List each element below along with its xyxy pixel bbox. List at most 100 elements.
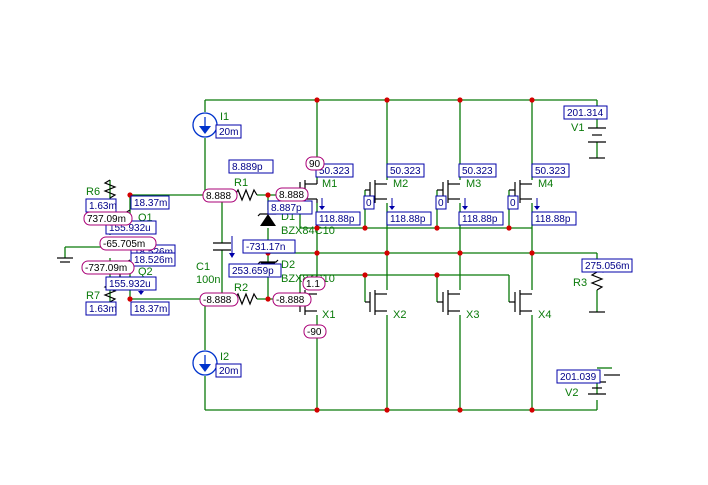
svg-text:8.887p: 8.887p <box>271 203 302 214</box>
m1-label: M1 <box>322 178 337 190</box>
svg-text:155.932u: 155.932u <box>109 279 151 290</box>
svg-text:8.889p: 8.889p <box>232 162 263 173</box>
svg-text:50.323: 50.323 <box>390 166 421 177</box>
voltage-q-mid: -65.705m <box>99 236 157 251</box>
svg-text:50.323: 50.323 <box>462 166 493 177</box>
c1-label: C1 <box>196 261 210 273</box>
readout-m2: 50.323 <box>386 163 425 178</box>
x3-label: X3 <box>466 309 479 321</box>
voltage-q1-base: 737.09m <box>83 211 133 226</box>
readout-r1-b: 8.887p <box>267 200 313 215</box>
readout-r7-value: 1.63m <box>85 301 117 316</box>
resistor-r1 <box>234 188 258 202</box>
svg-text:0: 0 <box>510 198 516 209</box>
readout-m4-zero: 0 <box>507 195 519 210</box>
svg-text:1.63m: 1.63m <box>89 304 117 315</box>
r2-label: R2 <box>234 282 248 294</box>
readout-m3-zero: 0 <box>435 195 447 210</box>
i2-label: I2 <box>220 351 229 363</box>
c1-value: 100n <box>196 274 220 286</box>
r6-label: R6 <box>86 186 100 198</box>
readout-m1-gate: 118.88p <box>315 211 361 226</box>
readout-r6-current: 18.37m <box>130 195 170 210</box>
r3-label: R3 <box>573 277 587 289</box>
mosfet-x2 <box>365 290 387 315</box>
voltage-m1-drain: 90 <box>305 156 325 171</box>
current-source-i1 <box>192 112 218 138</box>
svg-text:737.09m: 737.09m <box>87 214 126 225</box>
svg-text:8.888: 8.888 <box>279 190 304 201</box>
readout-r6-value: 1.63m <box>85 198 117 213</box>
svg-text:-90: -90 <box>307 327 322 338</box>
readout-q-mid-b: 18.526m <box>130 252 176 267</box>
readout-d2: 253.659p <box>228 263 282 278</box>
mosfet-x4 <box>509 290 532 315</box>
voltage-node-bottom: -8.888 <box>199 292 239 307</box>
x2-label: X2 <box>393 309 406 321</box>
v1-label: V1 <box>571 122 584 134</box>
readout-m4-gate: 118.88p <box>531 211 577 226</box>
resistor-r3 <box>590 271 604 291</box>
voltage-x1-gate: 1.1 <box>302 276 326 291</box>
svg-text:18.37m: 18.37m <box>134 198 167 209</box>
voltage-node-top: 8.888 <box>202 188 238 203</box>
svg-text:-65.705m: -65.705m <box>103 239 145 250</box>
svg-text:201.314: 201.314 <box>567 108 604 119</box>
svg-text:1.1: 1.1 <box>306 279 320 290</box>
svg-text:118.88p: 118.88p <box>535 214 571 225</box>
svg-text:275.056m: 275.056m <box>585 261 629 272</box>
readout-i1: 20m <box>215 124 242 139</box>
svg-text:20m: 20m <box>219 127 238 138</box>
readout-v2: 201.039 <box>556 369 601 384</box>
svg-text:253.659p: 253.659p <box>232 266 274 277</box>
svg-text:18.37m: 18.37m <box>134 304 167 315</box>
svg-text:50.323: 50.323 <box>535 166 566 177</box>
d2-label: D2 <box>281 259 295 271</box>
svg-text:90: 90 <box>309 159 321 170</box>
x4-label: X4 <box>538 309 551 321</box>
readout-r7-current: 18.37m <box>130 301 170 316</box>
m2-label: M2 <box>393 178 408 190</box>
svg-text:1.63m: 1.63m <box>89 201 117 212</box>
voltage-node-bottom-b: -8.888 <box>272 292 312 307</box>
v2-label: V2 <box>565 387 578 399</box>
svg-text:0: 0 <box>366 198 372 209</box>
r1-label: R1 <box>234 177 248 189</box>
current-source-i2 <box>192 350 218 376</box>
r7-label: R7 <box>86 290 100 302</box>
svg-text:0: 0 <box>438 198 444 209</box>
svg-text:118.88p: 118.88p <box>462 214 498 225</box>
voltage-q2-base: -737.09m <box>81 260 135 275</box>
readout-v1: 201.314 <box>563 105 608 120</box>
m4-label: M4 <box>538 178 553 190</box>
readout-i2: 20m <box>215 363 242 378</box>
svg-text:50.323: 50.323 <box>319 166 350 177</box>
svg-text:118.88p: 118.88p <box>319 214 355 225</box>
readout-d1: -731.17n <box>242 239 296 254</box>
ground-symbol-left <box>57 257 73 263</box>
capacitor-c1 <box>213 242 231 251</box>
svg-text:201.039: 201.039 <box>560 372 597 383</box>
readout-m2-gate: 118.88p <box>386 211 432 226</box>
readout-m3: 50.323 <box>458 163 497 178</box>
voltage-node-top-b: 8.888 <box>275 187 309 202</box>
readout-q2-ib: 155.932u <box>105 276 157 291</box>
junction-dots <box>127 97 535 413</box>
m3-label: M3 <box>466 178 481 190</box>
svg-text:18.526m: 18.526m <box>134 255 173 266</box>
d1-model: BZX84C10 <box>281 225 335 237</box>
i1-label: I1 <box>220 111 229 123</box>
readout-m3-gate: 118.88p <box>458 211 504 226</box>
x1-label: X1 <box>322 309 335 321</box>
svg-text:-731.17n: -731.17n <box>246 242 285 253</box>
readout-r1-a: 8.889p <box>228 159 274 174</box>
svg-text:118.88p: 118.88p <box>390 214 426 225</box>
svg-text:-8.888: -8.888 <box>276 295 305 306</box>
svg-text:20m: 20m <box>219 366 238 377</box>
svg-text:-737.09m: -737.09m <box>85 263 127 274</box>
readout-m2-zero: 0 <box>363 195 375 210</box>
mosfet-x3 <box>437 290 460 315</box>
q2-label: Q2 <box>138 266 153 278</box>
readout-r3: 275.056m <box>581 258 633 273</box>
svg-text:-8.888: -8.888 <box>203 295 232 306</box>
